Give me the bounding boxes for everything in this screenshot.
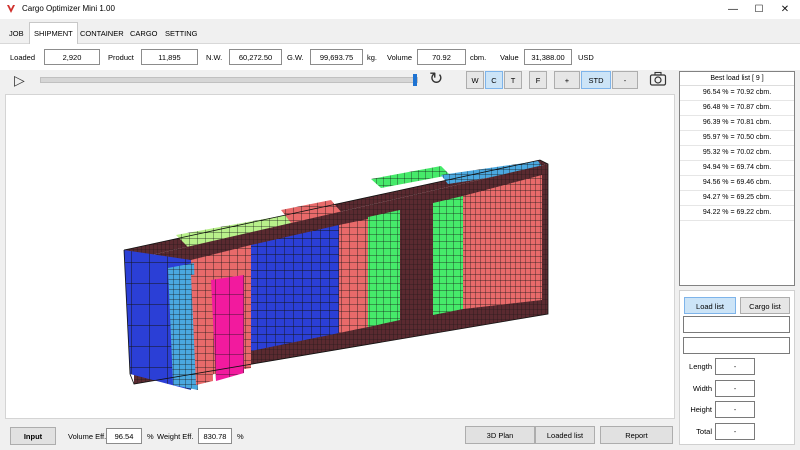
total-value: -	[715, 423, 755, 440]
weight-eff-unit: %	[237, 432, 244, 441]
tab-container[interactable]: CONTAINER	[75, 24, 129, 44]
list-item[interactable]: 94.94 % = 69.74 cbm.	[680, 161, 794, 176]
nw-value: 60,272.50	[229, 49, 282, 65]
progress-handle[interactable]	[413, 74, 417, 86]
cargo-list-button[interactable]: Cargo list	[740, 297, 790, 314]
maximize-button[interactable]: ☐	[746, 0, 772, 19]
loaded-list-button[interactable]: Loaded list	[535, 426, 595, 444]
window-title: Cargo Optimizer Mini 1.00	[22, 4, 115, 13]
value-value: 31,388.00	[524, 49, 572, 65]
tab-cargo[interactable]: CARGO	[125, 24, 163, 44]
zoom-std-button[interactable]: STD	[581, 71, 611, 89]
load-list-button[interactable]: Load list	[684, 297, 736, 314]
nw-label: N.W.	[206, 53, 223, 62]
volume-eff-unit: %	[147, 432, 154, 441]
progress-track[interactable]	[40, 77, 418, 83]
cargo-side-blue	[251, 225, 339, 351]
volume-value: 70.92	[417, 49, 466, 65]
cargo-side-pink-3	[463, 175, 542, 309]
length-label: Length	[689, 362, 712, 371]
close-button[interactable]: ✕	[772, 0, 798, 19]
volume-label: Volume	[387, 53, 413, 62]
list-item[interactable]: 94.22 % = 69.22 cbm.	[680, 206, 794, 221]
detail-field-2[interactable]	[683, 337, 790, 354]
zoom-out-button[interactable]: -	[612, 71, 638, 89]
container-3d-render	[123, 159, 549, 390]
list-item[interactable]: 96.54 % = 70.92 cbm.	[680, 86, 794, 101]
length-value: -	[715, 358, 755, 375]
view-w-button[interactable]: W	[466, 71, 484, 89]
value-unit: USD	[578, 53, 594, 62]
list-item[interactable]: 95.32 % = 70.02 cbm.	[680, 146, 794, 161]
gw-label: G.W.	[287, 53, 304, 62]
zoom-in-button[interactable]: +	[554, 71, 580, 89]
best-load-list[interactable]: Best load list [ 9 ] 96.54 % = 70.92 cbm…	[679, 71, 795, 286]
tab-setting[interactable]: SETTING	[160, 24, 203, 44]
tab-job[interactable]: JOB	[4, 24, 29, 44]
progress-fill	[41, 78, 417, 82]
minimize-button[interactable]: —	[720, 0, 746, 19]
list-item[interactable]: 96.48 % = 70.87 cbm.	[680, 101, 794, 116]
view-t-button[interactable]: T	[504, 71, 522, 89]
list-item[interactable]: 96.39 % = 70.81 cbm.	[680, 116, 794, 131]
detail-field-1[interactable]	[683, 316, 790, 333]
list-item[interactable]: 95.97 % = 70.50 cbm.	[680, 131, 794, 146]
app-logo-icon	[7, 5, 15, 13]
loaded-value: 2,920	[44, 49, 100, 65]
volume-unit: cbm.	[470, 53, 487, 62]
input-button[interactable]: Input	[10, 427, 56, 445]
view-c-button[interactable]: C	[485, 71, 503, 89]
play-icon[interactable]: ▷	[14, 72, 25, 88]
3d-viewport[interactable]	[5, 94, 675, 419]
best-load-list-header: Best load list [ 9 ]	[680, 72, 794, 86]
cargo-side-green-2	[433, 196, 463, 315]
list-item[interactable]: 94.27 % = 69.25 cbm.	[680, 191, 794, 206]
tab-shipment[interactable]: SHIPMENT	[29, 22, 78, 45]
width-value: -	[715, 380, 755, 397]
3d-plan-button[interactable]: 3D Plan	[465, 426, 535, 444]
volume-eff-value: 96.54	[106, 428, 142, 444]
gw-unit: kg.	[367, 53, 378, 62]
title-bar: Cargo Optimizer Mini 1.00 — ☐ ✕	[0, 0, 800, 19]
product-label: Product	[108, 53, 134, 62]
value-label: Value	[500, 53, 519, 62]
weight-eff-value: 830.78	[198, 428, 232, 444]
height-value: -	[715, 401, 755, 418]
weight-eff-label: Weight Eff.	[157, 432, 194, 441]
width-label: Width	[692, 384, 712, 393]
reset-icon[interactable]: ↻	[429, 70, 443, 88]
report-button[interactable]: Report	[600, 426, 673, 444]
loaded-label: Loaded	[10, 53, 36, 62]
cargo-side-pink-2	[339, 219, 368, 333]
camera-icon[interactable]	[649, 71, 667, 87]
total-label: Total	[696, 427, 712, 436]
view-f-button[interactable]: F	[529, 71, 547, 89]
gw-value: 99,693.75	[310, 49, 363, 65]
list-item[interactable]: 94.56 % = 69.46 cbm.	[680, 176, 794, 191]
cargo-front-magenta	[211, 275, 244, 381]
volume-eff-label: Volume Eff.	[68, 432, 107, 441]
product-value: 11,895	[141, 49, 198, 65]
tab-bar: JOB SHIPMENT CONTAINER CARGO SETTING	[0, 19, 800, 45]
height-label: Height	[690, 405, 712, 414]
cargo-side-green	[368, 210, 400, 327]
